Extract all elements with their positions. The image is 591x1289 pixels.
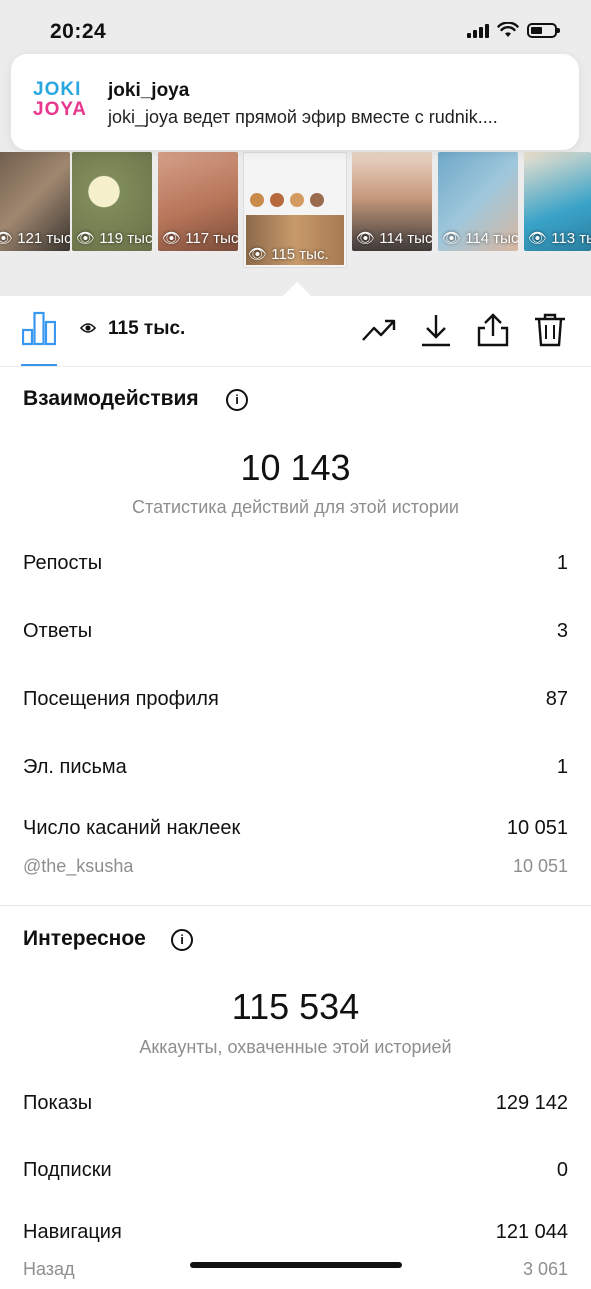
stat-row-impressions: Показы 129 142	[23, 1092, 568, 1122]
stat-row-sticker-taps: Число касаний наклеек 10 051	[23, 817, 568, 847]
story-views: 👁 114 тыс	[356, 230, 432, 247]
stat-row-emails: Эл. письма 1	[23, 756, 568, 786]
story-thumbnail[interactable]: 👁 121 тыс	[0, 152, 70, 251]
discovery-title: Интересное	[23, 927, 146, 950]
section-divider	[0, 905, 591, 906]
live-notification[interactable]: JOKI JOYA joki_joya joki_joya ведет прям…	[11, 54, 579, 150]
story-thumbnail[interactable]: 👁 114 тыс	[438, 152, 518, 251]
notification-text: joki_joya ведет прямой эфир вместе с rud…	[108, 107, 498, 127]
story-views: 👁 113 тыс	[528, 230, 591, 247]
story-views: 👁 121 тыс	[0, 230, 70, 247]
stat-value: 129 142	[495, 1092, 568, 1114]
info-icon[interactable]: i	[226, 389, 248, 411]
stat-subrow-sticker: @the_ksusha 10 051	[23, 856, 568, 886]
stat-subvalue: 3 061	[522, 1259, 568, 1279]
stat-row-follows: Подписки 0	[23, 1159, 568, 1189]
eye-icon	[80, 323, 96, 333]
story-thumbnail-selected[interactable]: 👁 115 тыс.	[243, 152, 347, 268]
story-thumbnail[interactable]: 👁 117 тыс	[158, 152, 238, 251]
status-time: 20:24	[50, 20, 107, 43]
stat-value: 10 051	[506, 817, 568, 839]
stat-label: Посещения профиля	[23, 688, 219, 710]
story-thumbnail[interactable]: 👁 114 тыс	[352, 152, 432, 251]
cellular-signal-icon	[467, 22, 489, 38]
story-views: 👁 115 тыс.	[248, 246, 329, 263]
stat-value: 1	[556, 552, 568, 574]
interactions-title: Взаимодействия	[23, 387, 199, 410]
battery-icon	[527, 22, 560, 38]
trending-icon[interactable]	[361, 312, 397, 348]
stat-row-replies: Ответы 3	[23, 620, 568, 650]
stat-label: Навигация	[23, 1221, 122, 1243]
trash-icon[interactable]	[532, 312, 568, 348]
story-views: 👁 117 тыс	[162, 230, 238, 247]
share-icon[interactable]	[475, 312, 511, 348]
stat-sublabel: Назад	[23, 1259, 75, 1279]
stat-label: Репосты	[23, 552, 103, 574]
stat-row-reposts: Репосты 1	[23, 552, 568, 582]
story-thumbnail[interactable]: 👁 119 тыс	[72, 152, 152, 251]
stat-subvalue: 10 051	[512, 856, 568, 876]
discovery-caption: Аккаунты, охваченные этой историей	[139, 1037, 452, 1057]
stat-row-navigation: Навигация 121 044	[23, 1221, 568, 1251]
stat-row-profile-visits: Посещения профиля 87	[23, 688, 568, 718]
stat-label: Ответы	[23, 620, 93, 642]
notification-title: joki_joya	[108, 80, 190, 101]
wifi-icon	[497, 22, 519, 37]
stat-value: 3	[556, 620, 568, 642]
selected-story-pointer	[283, 282, 311, 296]
status-bar: 20:24	[0, 0, 591, 60]
views-total: 115 тыс.	[108, 318, 186, 339]
story-views: 👁 119 тыс	[76, 230, 152, 247]
stat-label: Эл. письма	[23, 756, 127, 778]
stat-value: 87	[545, 688, 568, 710]
story-thumbnails: 👁 121 тыс 👁 119 тыс 👁 117 тыс 👁 115 тыс.…	[0, 152, 591, 272]
bar-chart-icon[interactable]	[22, 310, 56, 346]
stat-sublabel: @the_ksusha	[23, 856, 134, 876]
info-icon[interactable]: i	[171, 929, 193, 951]
status-icons	[467, 22, 560, 38]
download-icon[interactable]	[418, 312, 454, 348]
interactions-total: 10 143	[240, 447, 351, 488]
stat-value: 121 044	[495, 1221, 568, 1243]
stat-label: Число касаний наклеек	[23, 817, 241, 839]
insights-toolbar: 115 тыс.	[0, 296, 591, 367]
stat-value: 1	[556, 756, 568, 778]
home-indicator[interactable]	[190, 1262, 402, 1268]
discovery-total: 115 534	[231, 986, 360, 1027]
joki-joya-logo: JOKI JOYA	[33, 79, 87, 120]
stat-value: 0	[556, 1159, 568, 1181]
stat-label: Подписки	[23, 1159, 112, 1181]
stories-header: 20:24 👁 121 тыс 👁 119 тыс 👁 117 тыс 👁 11…	[0, 0, 591, 296]
active-tab-indicator	[21, 364, 57, 366]
story-views: 👁 114 тыс	[442, 230, 518, 247]
story-thumbnail[interactable]: 👁 113 тыс	[524, 152, 591, 251]
stat-label: Показы	[23, 1092, 93, 1114]
interactions-caption: Статистика действий для этой истории	[132, 497, 459, 517]
